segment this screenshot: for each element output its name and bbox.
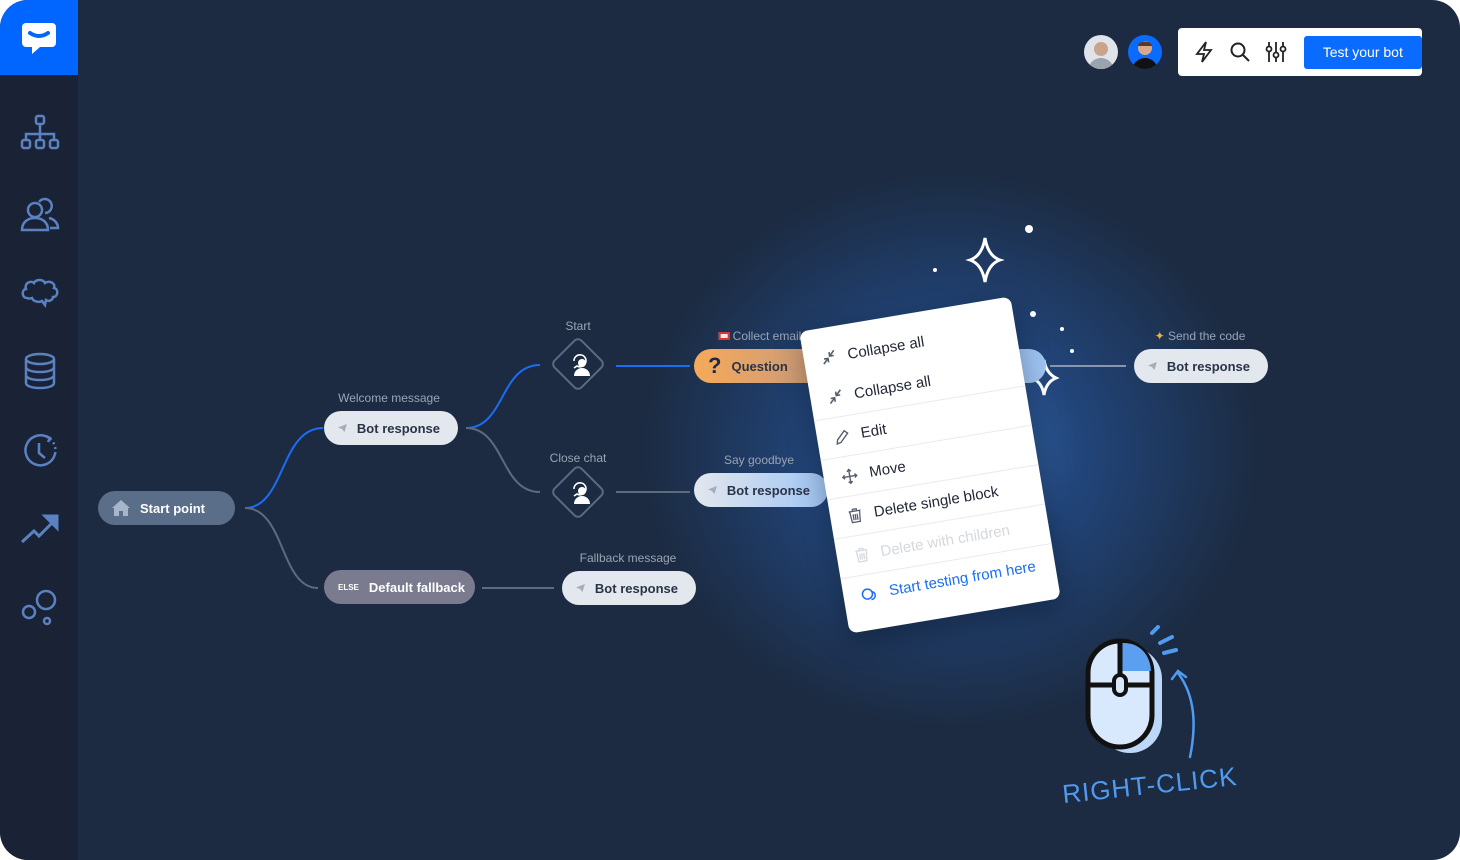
app: Start point Welcome message Bot response… (0, 0, 1460, 860)
goodbye-bot-response-node[interactable]: Bot response (694, 473, 828, 507)
trash-icon (855, 547, 868, 563)
node-label: Start point (140, 500, 205, 516)
connector (244, 427, 324, 509)
node-caption: Collect email (718, 329, 802, 343)
collapse-icon (823, 349, 835, 365)
node-caption: Close chat (549, 451, 607, 465)
avatar[interactable] (1084, 35, 1118, 69)
fallback-bot-response-node[interactable]: Bot response (562, 571, 696, 605)
node-caption: Welcome message (338, 391, 440, 405)
collapse-icon (829, 389, 842, 405)
home-icon (112, 500, 130, 516)
connector (465, 364, 541, 429)
party-emoji-icon: ✦ (1154, 329, 1165, 343)
chat-bubbles-icon (861, 587, 876, 600)
node-label: Bot response (1166, 358, 1250, 374)
move-icon (841, 468, 858, 484)
pencil-icon (836, 429, 849, 445)
send-icon (576, 584, 585, 592)
node-label: Bot response (726, 482, 810, 498)
caption-text: Collect email (732, 329, 802, 343)
sparkle-icon (965, 237, 1005, 283)
send-icon (1148, 362, 1157, 370)
test-your-bot-button[interactable]: Test your bot (1303, 35, 1422, 69)
envelope-emoji-icon (718, 332, 730, 340)
connector (465, 427, 541, 493)
trash-icon (848, 508, 862, 524)
node-label: Default fallback (368, 579, 465, 595)
node-caption: Start (565, 319, 591, 333)
avatar[interactable] (1128, 35, 1162, 69)
menu-item-label: Edit (859, 420, 888, 442)
send-code-bot-response-node[interactable]: Bot response (1134, 349, 1268, 383)
user-chat-icon (558, 344, 598, 384)
flow-connectors (244, 225, 1126, 589)
question-icon: ? (708, 353, 722, 378)
node-label: Bot response (594, 580, 678, 596)
search-icon[interactable] (1226, 38, 1254, 66)
menu-item-label: Collapse all (846, 332, 926, 363)
toolbar: Test your bot (1178, 28, 1422, 76)
menu-item-label: Move (868, 458, 908, 481)
connector (244, 507, 319, 589)
user-chat-icon (558, 472, 598, 512)
send-icon (708, 486, 717, 494)
node-caption: ✦ Send the code (1155, 329, 1246, 343)
mouse-right-click-icon (1085, 625, 1195, 759)
node-label: Question (731, 358, 788, 374)
caption-text: Send the code (1168, 329, 1246, 343)
start-point-node[interactable]: Start point (98, 491, 235, 525)
node-caption: Fallback message (579, 551, 677, 565)
node-label: Bot response (356, 420, 440, 436)
welcome-bot-response-node[interactable]: Bot response (324, 411, 458, 445)
default-fallback-node[interactable]: ELSE Default fallback (324, 570, 475, 604)
node-caption: Say goodbye (723, 453, 795, 467)
else-badge: ELSE (338, 582, 359, 592)
send-icon (338, 424, 347, 432)
lightning-icon[interactable] (1190, 38, 1218, 66)
sliders-icon[interactable] (1262, 38, 1290, 66)
menu-item-label: Collapse all (852, 372, 933, 402)
